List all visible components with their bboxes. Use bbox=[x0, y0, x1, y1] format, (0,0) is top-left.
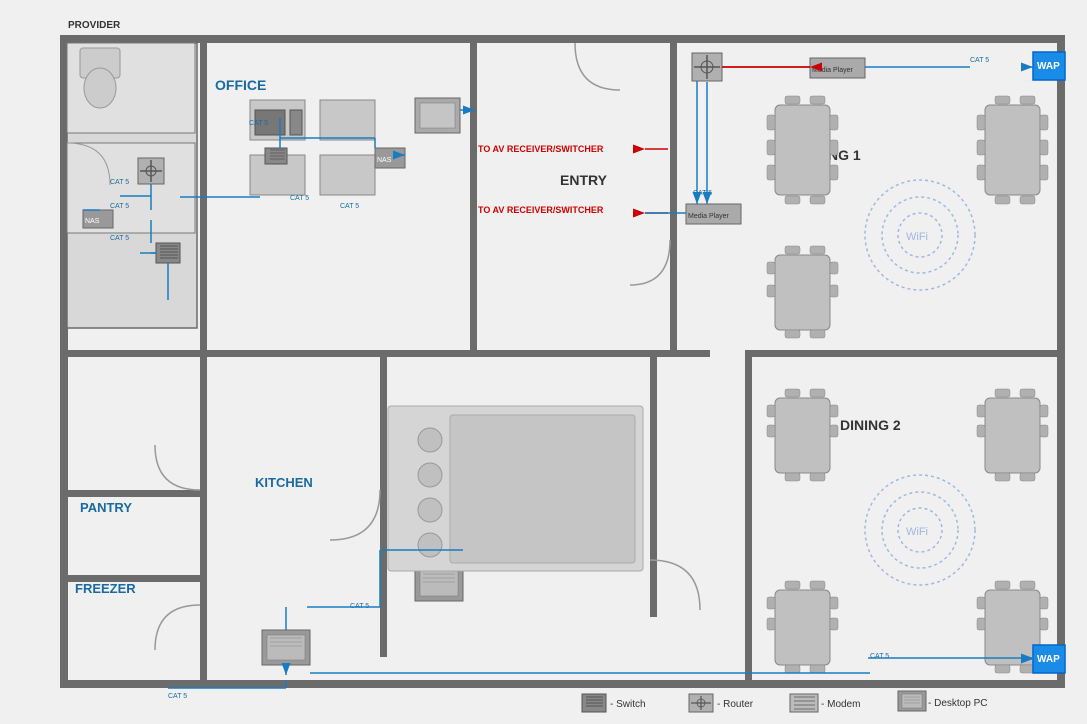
svg-text:- Switch: - Switch bbox=[610, 699, 646, 710]
svg-text:OFFICE: OFFICE bbox=[215, 77, 266, 93]
svg-text:- Modem: - Modem bbox=[821, 699, 860, 710]
svg-text:KITCHEN: KITCHEN bbox=[255, 475, 313, 490]
svg-text:ENTRY: ENTRY bbox=[560, 172, 608, 188]
svg-text:WAP: WAP bbox=[1037, 654, 1060, 665]
svg-text:CAT 5: CAT 5 bbox=[970, 57, 989, 64]
svg-text:CAT 5: CAT 5 bbox=[340, 203, 359, 210]
svg-text:NAS: NAS bbox=[85, 218, 100, 225]
svg-text:NAS: NAS bbox=[377, 157, 392, 164]
svg-text:WAP: WAP bbox=[1037, 61, 1060, 72]
svg-text:FREEZER: FREEZER bbox=[75, 581, 136, 596]
diagram-container: OFFICE NAS NAS CAT 5 CAT 5 bbox=[0, 0, 1087, 724]
svg-text:TO AV RECEIVER/SWITCHER: TO AV RECEIVER/SWITCHER bbox=[478, 144, 604, 154]
svg-text:CAT 5: CAT 5 bbox=[110, 203, 129, 210]
svg-text:CAT 5: CAT 5 bbox=[110, 235, 129, 242]
svg-text:PANTRY: PANTRY bbox=[80, 500, 132, 515]
svg-text:PROVIDER: PROVIDER bbox=[68, 20, 121, 31]
svg-text:CAT 5: CAT 5 bbox=[110, 179, 129, 186]
svg-text:Media Player: Media Player bbox=[688, 213, 730, 220]
svg-text:CAT 5: CAT 5 bbox=[693, 190, 712, 197]
svg-text:- Desktop PC: - Desktop PC bbox=[928, 698, 987, 709]
svg-text:DINING 2: DINING 2 bbox=[840, 417, 901, 433]
svg-text:TO AV RECEIVER/SWITCHER: TO AV RECEIVER/SWITCHER bbox=[478, 205, 604, 215]
svg-text:WiFi: WiFi bbox=[906, 231, 928, 243]
svg-text:Media Player: Media Player bbox=[812, 67, 854, 74]
svg-text:WiFi: WiFi bbox=[906, 526, 928, 538]
floor-plan-svg: OFFICE NAS NAS CAT 5 CAT 5 bbox=[0, 0, 1087, 724]
svg-text:CAT 5: CAT 5 bbox=[249, 120, 268, 127]
svg-text:CAT 5: CAT 5 bbox=[168, 693, 187, 700]
svg-text:- Router: - Router bbox=[717, 699, 754, 710]
svg-text:CAT 5: CAT 5 bbox=[870, 653, 889, 660]
svg-text:CAT 5: CAT 5 bbox=[290, 195, 309, 202]
